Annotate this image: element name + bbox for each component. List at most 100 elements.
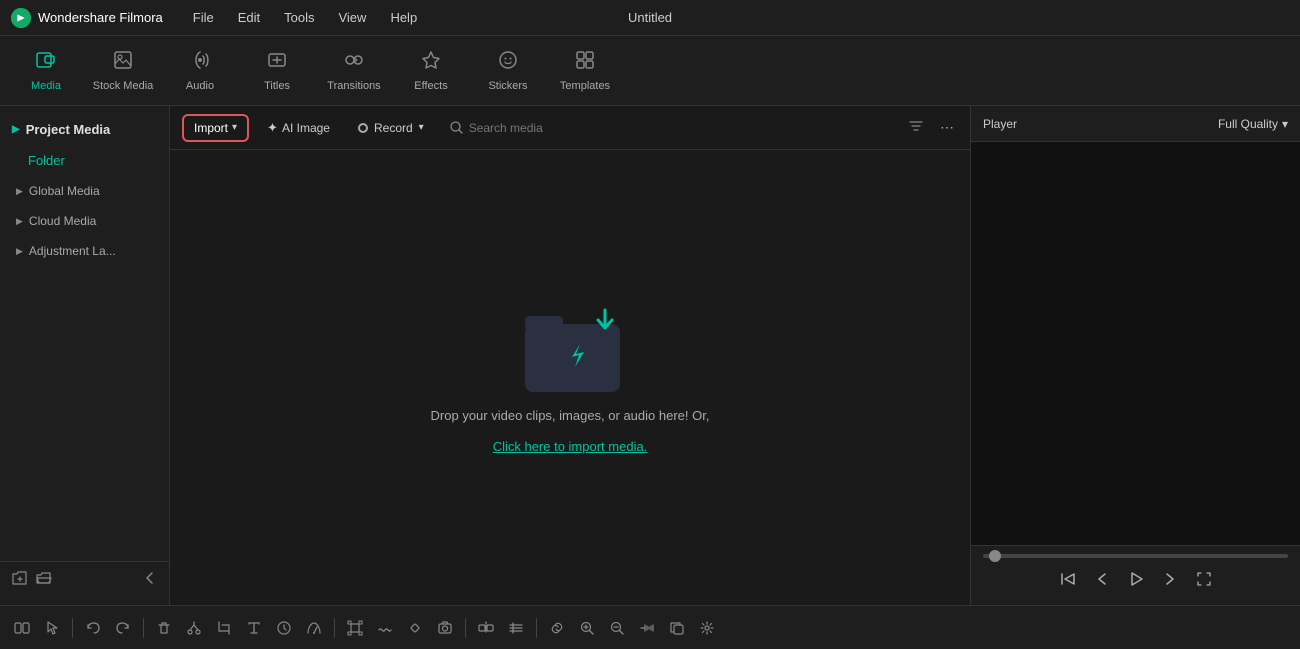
sidebar-folder[interactable]: Folder [0,145,169,176]
link-icon[interactable] [543,614,571,642]
templates-label: Templates [560,80,610,92]
menu-edit[interactable]: Edit [228,6,270,29]
delete-icon[interactable] [150,614,178,642]
folder-svg [520,302,630,397]
sidebar-item-arrow-icon: ▶ [16,216,23,227]
sidebar-item-label: Adjustment La... [29,244,116,258]
redo-icon[interactable] [109,614,137,642]
media-label: Media [31,80,61,92]
keyframe-icon[interactable] [401,614,429,642]
import-chevron-icon: ▾ [232,122,237,133]
search-icon [450,121,463,134]
separator-3 [334,618,335,638]
sidebar-item-arrow-icon: ▶ [16,186,23,197]
stickers-icon [497,49,519,75]
import-button[interactable]: Import ▾ [182,114,249,142]
player-view [971,142,1300,545]
transform-icon[interactable] [341,614,369,642]
speed-icon[interactable] [300,614,328,642]
menu-help[interactable]: Help [380,6,427,29]
sidebar-item-cloud-media[interactable]: ▶ Cloud Media [0,206,169,236]
sidebar-item-adjustment[interactable]: ▶ Adjustment La... [0,236,169,266]
trim-icon[interactable] [502,614,530,642]
audio-clip-icon[interactable] [371,614,399,642]
stock-media-icon [112,49,134,75]
separator-5 [536,618,537,638]
sidebar: ▶ Project Media Folder ▶ Global Media ▶ … [0,106,170,605]
split-icon[interactable] [472,614,500,642]
progress-thumb[interactable] [989,550,1001,562]
record-button[interactable]: Record ▾ [348,116,434,140]
player-header: Player Full Quality ▾ [971,106,1300,142]
toolbar-effects[interactable]: Effects [395,42,467,100]
quality-select[interactable]: Full Quality ▾ [1218,117,1288,131]
sidebar-item-global-media[interactable]: ▶ Global Media [0,176,169,206]
ai-image-label: AI Image [282,121,330,135]
transitions-label: Transitions [327,80,380,92]
text-tool-icon[interactable] [240,614,268,642]
ripple-icon[interactable] [633,614,661,642]
player-label: Player [983,117,1017,131]
progress-bar[interactable] [983,554,1288,558]
folder-open-icon[interactable] [36,570,52,589]
drop-text: Drop your video clips, images, or audio … [431,408,710,423]
duration-icon[interactable] [270,614,298,642]
stickers-label: Stickers [488,80,527,92]
snapshot-icon[interactable] [431,614,459,642]
drop-zone: Drop your video clips, images, or audio … [170,150,970,605]
sidebar-bottom [0,561,169,597]
stock-media-label: Stock Media [93,80,154,92]
toolbar-titles[interactable]: Titles [241,42,313,100]
audio-label: Audio [186,80,214,92]
window-title: Untitled [628,10,672,25]
app-logo: Wondershare Filmora [10,7,163,29]
scenes-icon[interactable] [8,614,36,642]
folder-add-icon[interactable] [12,570,28,589]
fullscreen-button[interactable] [1195,570,1213,593]
crop-icon[interactable] [210,614,238,642]
player-buttons [983,566,1288,597]
sidebar-item-label: Cloud Media [29,214,96,228]
collapse-sidebar-icon[interactable] [143,571,157,588]
more-options-icon[interactable]: ⋯ [936,115,958,140]
transitions-icon [343,49,365,75]
frame-back-button[interactable] [1093,570,1111,593]
menu-file[interactable]: File [183,6,224,29]
zoom-out-icon[interactable] [603,614,631,642]
quality-label: Full Quality [1218,117,1278,131]
sidebar-project-media[interactable]: ▶ Project Media [0,114,169,145]
sidebar-item-arrow-icon: ▶ [16,246,23,257]
sidebar-item-label: Global Media [29,184,100,198]
step-back-button[interactable] [1059,570,1077,593]
app-name-label: Wondershare Filmora [38,10,163,25]
import-link[interactable]: Click here to import media. [493,439,648,454]
menu-bar: Wondershare Filmora File Edit Tools View… [0,0,1300,36]
settings-icon[interactable] [693,614,721,642]
toolbar-audio[interactable]: Audio [164,42,236,100]
select-tool-icon[interactable] [38,614,66,642]
main-toolbar: Media Stock Media Audio [0,36,1300,106]
toolbar-templates[interactable]: Templates [549,42,621,100]
play-button[interactable] [1127,570,1145,593]
filter-icon[interactable] [904,114,928,141]
ai-image-button[interactable]: ✦ AI Image [257,115,340,141]
cut-icon[interactable] [180,614,208,642]
main-content: ▶ Project Media Folder ▶ Global Media ▶ … [0,106,1300,605]
menu-tools[interactable]: Tools [274,6,324,29]
toolbar-media[interactable]: Media [10,42,82,100]
toolbar-stickers[interactable]: Stickers [472,42,544,100]
zoom-in-icon[interactable] [573,614,601,642]
copy-icon[interactable] [663,614,691,642]
effects-icon [420,49,442,75]
media-icon [35,49,57,75]
titles-label: Titles [264,80,290,92]
undo-icon[interactable] [79,614,107,642]
frame-forward-button[interactable] [1161,570,1179,593]
menu-view[interactable]: View [328,6,376,29]
search-input[interactable] [469,121,888,135]
toolbar-stock-media[interactable]: Stock Media [87,42,159,100]
audio-icon [189,49,211,75]
bottom-toolbar [0,605,1300,649]
player-panel: Player Full Quality ▾ [970,106,1300,605]
toolbar-transitions[interactable]: Transitions [318,42,390,100]
